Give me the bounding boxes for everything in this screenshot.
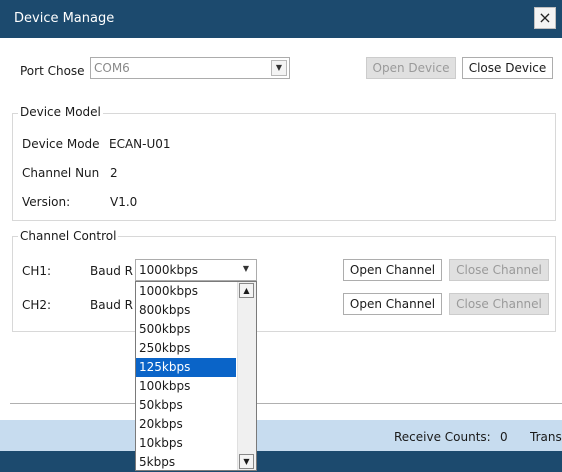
chevron-down-icon[interactable]: ▼: [271, 60, 287, 76]
dropdown-scrollbar[interactable]: ▲ ▼: [237, 282, 256, 470]
baud-option[interactable]: 125kbps: [136, 358, 236, 377]
receive-counts-label: Receive Counts:: [394, 430, 491, 444]
port-select-value: COM6: [94, 61, 130, 75]
baud-option[interactable]: 500kbps: [136, 320, 236, 339]
device-model-label: Device Mode: [22, 137, 100, 151]
ch1-label: CH1:: [22, 264, 52, 278]
baud-option[interactable]: 100kbps: [136, 377, 236, 396]
channel-number-value: 2: [110, 166, 118, 180]
baud-option[interactable]: 250kbps: [136, 339, 236, 358]
ch1-baud-label: Baud R: [90, 264, 133, 278]
channel-control-legend: Channel Control: [18, 229, 119, 243]
ch2-label: CH2:: [22, 298, 52, 312]
version-label: Version:: [22, 195, 71, 209]
ch1-open-channel-button[interactable]: Open Channel: [343, 259, 442, 281]
baud-option[interactable]: 1000kbps: [136, 282, 236, 301]
channel-control-group: [12, 236, 556, 332]
bottom-bar: [0, 451, 562, 472]
port-select[interactable]: COM6 ▼: [90, 57, 290, 79]
port-label: Port Chose: [20, 64, 85, 78]
transmit-counts-label: Trans: [530, 430, 562, 444]
close-window-button[interactable]: ×: [534, 7, 556, 29]
baud-option[interactable]: 50kbps: [136, 396, 236, 415]
baud-option[interactable]: 5kbps: [136, 453, 236, 470]
ch2-close-channel-button[interactable]: Close Channel: [449, 293, 549, 315]
close-device-button[interactable]: Close Device: [462, 57, 553, 79]
baud-option[interactable]: 10kbps: [136, 434, 236, 453]
ch2-open-channel-button[interactable]: Open Channel: [343, 293, 442, 315]
scroll-up-icon[interactable]: ▲: [239, 283, 254, 298]
device-model-legend: Device Model: [18, 105, 103, 119]
close-icon: ×: [538, 8, 552, 27]
ch1-baud-value: 1000kbps: [139, 263, 198, 277]
device-model-value: ECAN-U01: [109, 137, 171, 151]
ch2-baud-label: Baud R: [90, 298, 133, 312]
baud-option[interactable]: 20kbps: [136, 415, 236, 434]
channel-number-label: Channel Nun: [22, 166, 100, 180]
scroll-down-icon[interactable]: ▼: [239, 454, 254, 469]
baud-option[interactable]: 800kbps: [136, 301, 236, 320]
version-value: V1.0: [110, 195, 138, 209]
open-device-button[interactable]: Open Device: [366, 57, 456, 79]
receive-counts-value: 0: [500, 430, 508, 444]
ch1-close-channel-button[interactable]: Close Channel: [449, 259, 549, 281]
baud-rate-dropdown-list[interactable]: 1000kbps 800kbps 500kbps 250kbps 125kbps 100k…: [135, 281, 257, 471]
chevron-down-icon[interactable]: ▼: [238, 262, 254, 278]
ch1-baud-select[interactable]: 1000kbps ▼: [135, 259, 257, 281]
window-title: Device Manage: [14, 11, 115, 26]
divider: [10, 403, 562, 404]
